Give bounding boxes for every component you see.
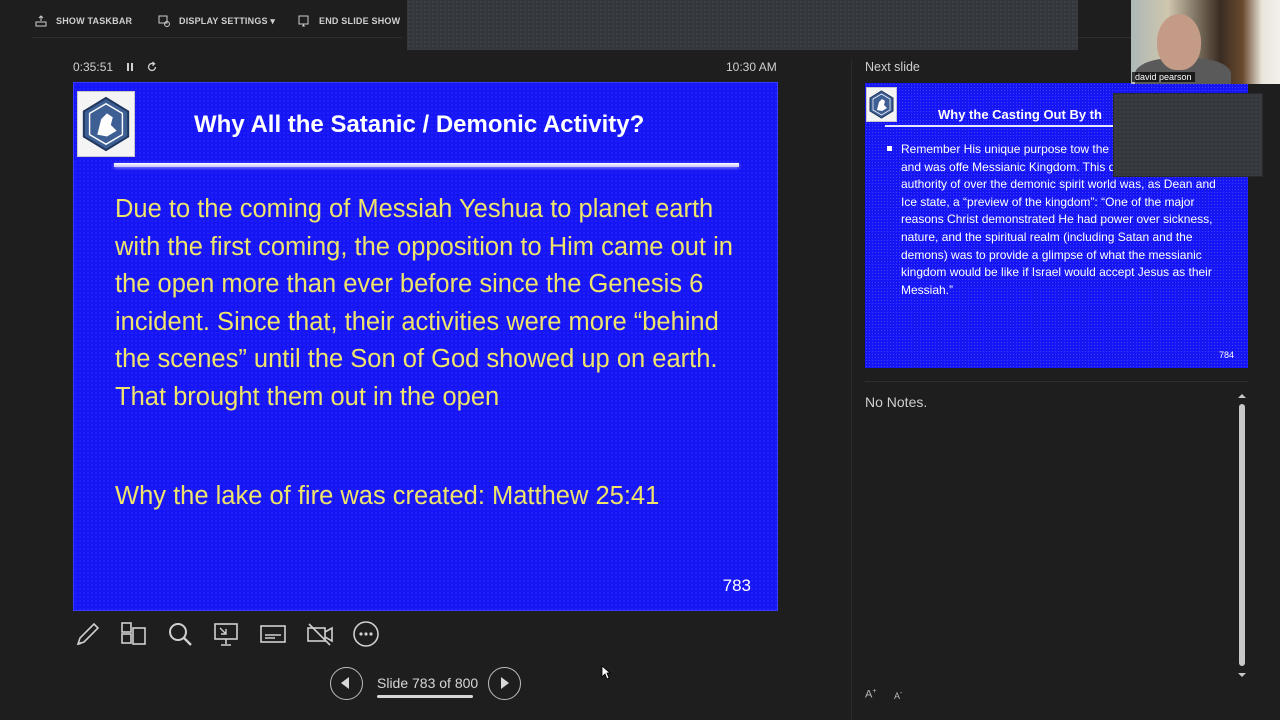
- shield-logo-icon: [869, 90, 894, 119]
- increase-font-button[interactable]: A+: [865, 688, 876, 701]
- bullet-icon: [887, 146, 892, 151]
- show-taskbar-button[interactable]: SHOW TASKBAR: [34, 14, 132, 28]
- notes-divider: [865, 381, 1248, 382]
- presenter-toolbar: SHOW TASKBAR DISPLAY SETTINGS ▾ END SLID…: [0, 0, 405, 42]
- slide-logo: [77, 91, 135, 157]
- slide-title: Why All the Satanic / Demonic Activity?: [194, 111, 645, 138]
- toolbar-divider: [32, 37, 402, 38]
- webcam-name-label: david pearson: [1132, 72, 1195, 82]
- zoom-icon[interactable]: [166, 620, 194, 648]
- next-slide-logo: [866, 87, 897, 122]
- next-slide-button[interactable]: [488, 667, 521, 700]
- overlay-panel-small: [1113, 93, 1263, 177]
- more-options-icon[interactable]: [352, 620, 380, 648]
- end-slide-show-button[interactable]: END SLIDE SHOW: [297, 14, 400, 28]
- slide-counter-underline: [377, 695, 473, 698]
- elapsed-timer: 0:35:51: [73, 60, 114, 74]
- title-underline: [114, 163, 739, 167]
- toolbar-divider-right: [1078, 37, 1132, 38]
- arrow-left-icon: [341, 677, 349, 689]
- display-settings-label: DISPLAY SETTINGS ▾: [179, 15, 276, 26]
- decrease-font-button[interactable]: A-: [894, 690, 902, 701]
- slide-body-text: Due to the coming of Messiah Yeshua to p…: [115, 195, 733, 411]
- mouse-cursor-icon: [601, 665, 611, 680]
- pen-icon[interactable]: [74, 620, 102, 648]
- webcam-person-head: [1157, 14, 1201, 70]
- shield-logo-icon: [82, 96, 130, 152]
- reset-timer-icon[interactable]: [146, 60, 158, 74]
- end-slide-show-label: END SLIDE SHOW: [319, 16, 401, 26]
- pane-divider[interactable]: [851, 60, 852, 720]
- pointer-screen-icon[interactable]: [212, 620, 240, 648]
- show-taskbar-label: SHOW TASKBAR: [56, 16, 133, 26]
- next-slide-number: 784: [1218, 350, 1234, 360]
- taskbar-icon: [35, 15, 47, 27]
- notes-scrollbar[interactable]: [1236, 392, 1248, 679]
- slide-body-text-2: Why the lake of fire was created: Matthe…: [115, 482, 660, 510]
- next-slide-label: Next slide: [865, 60, 920, 74]
- previous-slide-button[interactable]: [330, 667, 363, 700]
- camera-off-icon[interactable]: [306, 620, 334, 648]
- subtitles-icon[interactable]: [259, 620, 287, 648]
- scroll-down-icon[interactable]: [1236, 671, 1248, 679]
- display-settings-button[interactable]: DISPLAY SETTINGS ▾: [157, 14, 275, 28]
- current-slide[interactable]: Why All the Satanic / Demonic Activity? …: [73, 82, 778, 611]
- current-time: 10:30 AM: [726, 60, 777, 74]
- slide-counter[interactable]: Slide 783 of 800: [377, 675, 478, 691]
- speaker-notes: No Notes.: [865, 394, 928, 410]
- overlay-panel: [407, 0, 1078, 50]
- scroll-thumb[interactable]: [1239, 404, 1245, 666]
- slide-number: 783: [722, 576, 751, 595]
- webcam-feed: david pearson: [1131, 0, 1280, 84]
- next-slide-title: Why the Casting Out By th: [938, 107, 1102, 122]
- display-settings-icon: [158, 15, 170, 27]
- slide-grid-icon[interactable]: [119, 620, 147, 648]
- arrow-right-icon: [501, 677, 509, 689]
- end-show-icon: [298, 15, 309, 27]
- pause-icon[interactable]: [124, 60, 136, 74]
- scroll-up-icon[interactable]: [1236, 392, 1248, 400]
